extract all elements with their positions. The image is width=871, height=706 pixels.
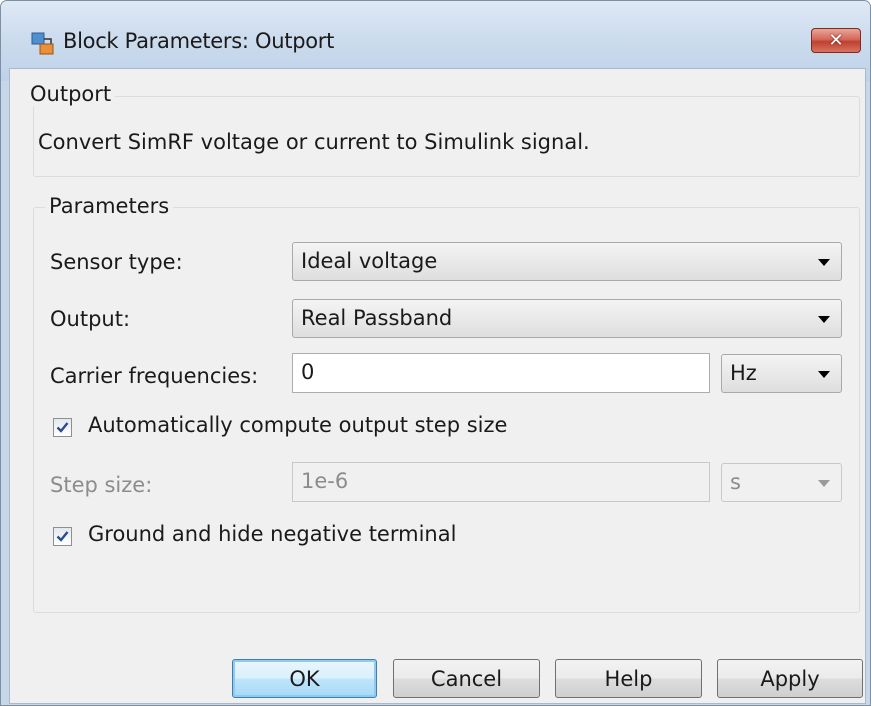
chevron-down-icon [818, 480, 830, 487]
ground-hide-label[interactable]: Ground and hide negative terminal [88, 522, 456, 546]
help-button[interactable]: Help [555, 659, 702, 698]
check-icon [56, 422, 69, 433]
chevron-down-icon [818, 259, 830, 266]
block-description: Convert SimRF voltage or current to Simu… [38, 130, 590, 154]
output-select[interactable]: Real Passband [292, 299, 842, 338]
output-value: Real Passband [301, 306, 453, 330]
chevron-down-icon [818, 371, 830, 378]
close-button[interactable]: ✕ [811, 28, 861, 53]
step-size-input[interactable]: 1e-6 [292, 462, 710, 502]
ok-button[interactable]: OK [232, 659, 377, 698]
output-label: Output: [50, 307, 131, 331]
window-title: Block Parameters: Outport [63, 29, 335, 53]
carrier-frequencies-label: Carrier frequencies: [50, 364, 259, 388]
apply-button[interactable]: Apply [717, 659, 863, 698]
ground-hide-checkbox[interactable] [53, 527, 72, 546]
dialog-body: Outport Convert SimRF voltage or current… [9, 68, 866, 704]
step-size-label: Step size: [50, 473, 153, 497]
parameters-group-legend: Parameters [45, 194, 174, 218]
carrier-frequency-unit-select[interactable]: Hz [721, 354, 842, 393]
close-icon: ✕ [828, 30, 844, 51]
outport-group-legend: Outport [26, 82, 116, 106]
auto-step-size-checkbox[interactable] [53, 418, 72, 437]
dialog-window: Block Parameters: Outport ✕ Outport Conv… [0, 0, 871, 706]
check-icon [56, 531, 69, 542]
step-size-value: 1e-6 [301, 469, 349, 493]
sensor-type-select[interactable]: Ideal voltage [292, 242, 842, 281]
simulink-block-icon [31, 31, 55, 55]
chevron-down-icon [818, 316, 830, 323]
cancel-button[interactable]: Cancel [393, 659, 540, 698]
carrier-frequency-unit-value: Hz [730, 361, 757, 385]
sensor-type-label: Sensor type: [50, 250, 183, 274]
sensor-type-value: Ideal voltage [301, 249, 438, 273]
step-size-unit-value: s [730, 470, 741, 494]
carrier-frequencies-input[interactable]: 0 [292, 353, 710, 393]
auto-step-size-label[interactable]: Automatically compute output step size [88, 413, 507, 437]
carrier-frequencies-value: 0 [301, 360, 315, 384]
step-size-unit-select[interactable]: s [721, 463, 842, 502]
